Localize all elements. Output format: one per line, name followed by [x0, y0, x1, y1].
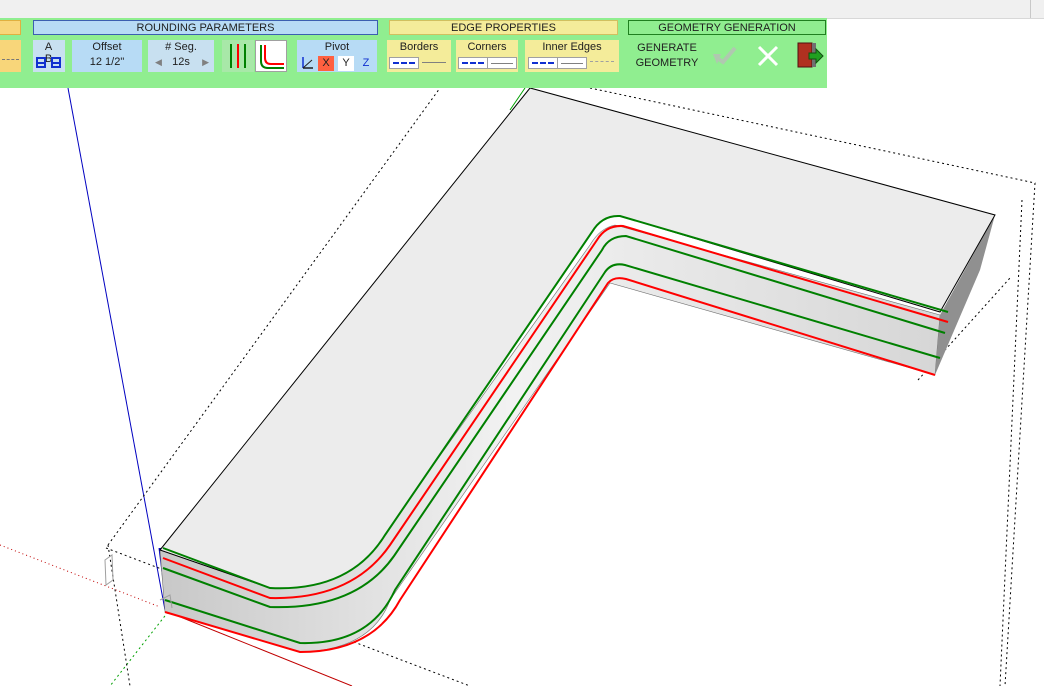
- section-header-geometry: GEOMETRY GENERATION: [628, 20, 826, 35]
- face-a-icon: [36, 57, 46, 68]
- model-viewport[interactable]: [0, 0, 1044, 686]
- pivot-selector: Pivot X Y Z: [297, 40, 377, 72]
- top-strip-separator: [1030, 0, 1031, 18]
- section-header-left: [0, 20, 21, 35]
- section-header-edge: EDGE PROPERTIES: [389, 20, 618, 35]
- undo-button[interactable]: [709, 40, 741, 72]
- exit-door-icon: [797, 42, 824, 68]
- offset-label: Offset: [92, 41, 122, 53]
- generate-line1: GENERATE: [637, 42, 697, 54]
- hidden-line-icon: [590, 61, 614, 62]
- erase-cross-icon: [757, 45, 779, 67]
- dash-line: [2, 59, 19, 60]
- generate-line2: GEOMETRY: [635, 57, 699, 69]
- corners-solid-option[interactable]: [487, 57, 517, 69]
- dashed-line-icon: [462, 62, 484, 64]
- solid-line-icon: [422, 62, 446, 63]
- round-profile-icon: [260, 45, 284, 69]
- round-profile-button[interactable]: [255, 40, 287, 72]
- borders-label: Borders: [399, 41, 439, 53]
- inner-edges-label: Inner Edges: [542, 41, 602, 53]
- borders-solid-option[interactable]: [419, 57, 449, 69]
- segments-value: 12s: [172, 56, 190, 68]
- borders-property[interactable]: Borders: [387, 40, 451, 72]
- generate-geometry-button[interactable]: GENERATE GEOMETRY: [628, 40, 706, 74]
- segments-label: # Seg.: [165, 41, 197, 53]
- left-group-button[interactable]: [0, 40, 21, 72]
- inner-dashed-option[interactable]: [528, 57, 558, 69]
- corners-property[interactable]: Corners: [456, 40, 518, 72]
- inner-edges-property[interactable]: Inner Edges: [525, 40, 619, 72]
- borders-dashed-option[interactable]: [389, 57, 419, 69]
- pivot-label: Pivot: [324, 41, 350, 53]
- segments-increase-icon[interactable]: ▶: [202, 57, 209, 68]
- offset-value: 12 1/2": [89, 56, 125, 68]
- solid-line-icon: [561, 63, 583, 64]
- dashed-line-icon: [532, 62, 554, 64]
- window-top-strip: [0, 0, 1044, 19]
- ab-faces-toggle[interactable]: A B: [33, 40, 65, 72]
- solid-line-icon: [491, 63, 513, 64]
- pivot-z-button[interactable]: Z: [358, 56, 374, 71]
- offset-field[interactable]: Offset 12 1/2": [72, 40, 142, 72]
- corners-dashed-option[interactable]: [458, 57, 488, 69]
- pivot-axes-icon: [302, 57, 313, 69]
- undo-arrow-icon: [713, 46, 737, 65]
- face-b-icon: [51, 57, 61, 68]
- section-header-rounding: ROUNDING PARAMETERS: [33, 20, 378, 35]
- dashed-line-icon: [393, 62, 415, 64]
- pivot-y-button[interactable]: Y: [338, 56, 354, 71]
- segments-decrease-icon[interactable]: ◀: [155, 57, 162, 68]
- rounding-toolbar: ROUNDING PARAMETERS EDGE PROPERTIES GEOM…: [0, 18, 827, 88]
- exit-button[interactable]: [793, 40, 825, 72]
- erase-button[interactable]: [752, 40, 784, 72]
- corners-label: Corners: [467, 41, 507, 53]
- segments-field[interactable]: # Seg. ◀ 12s ▶: [148, 40, 214, 72]
- parallel-lines-icon: [230, 44, 246, 68]
- parallel-edges-button[interactable]: [222, 40, 254, 72]
- inner-solid-option[interactable]: [557, 57, 587, 69]
- inner-hidden-option[interactable]: [587, 57, 617, 69]
- pivot-x-button[interactable]: X: [318, 56, 334, 71]
